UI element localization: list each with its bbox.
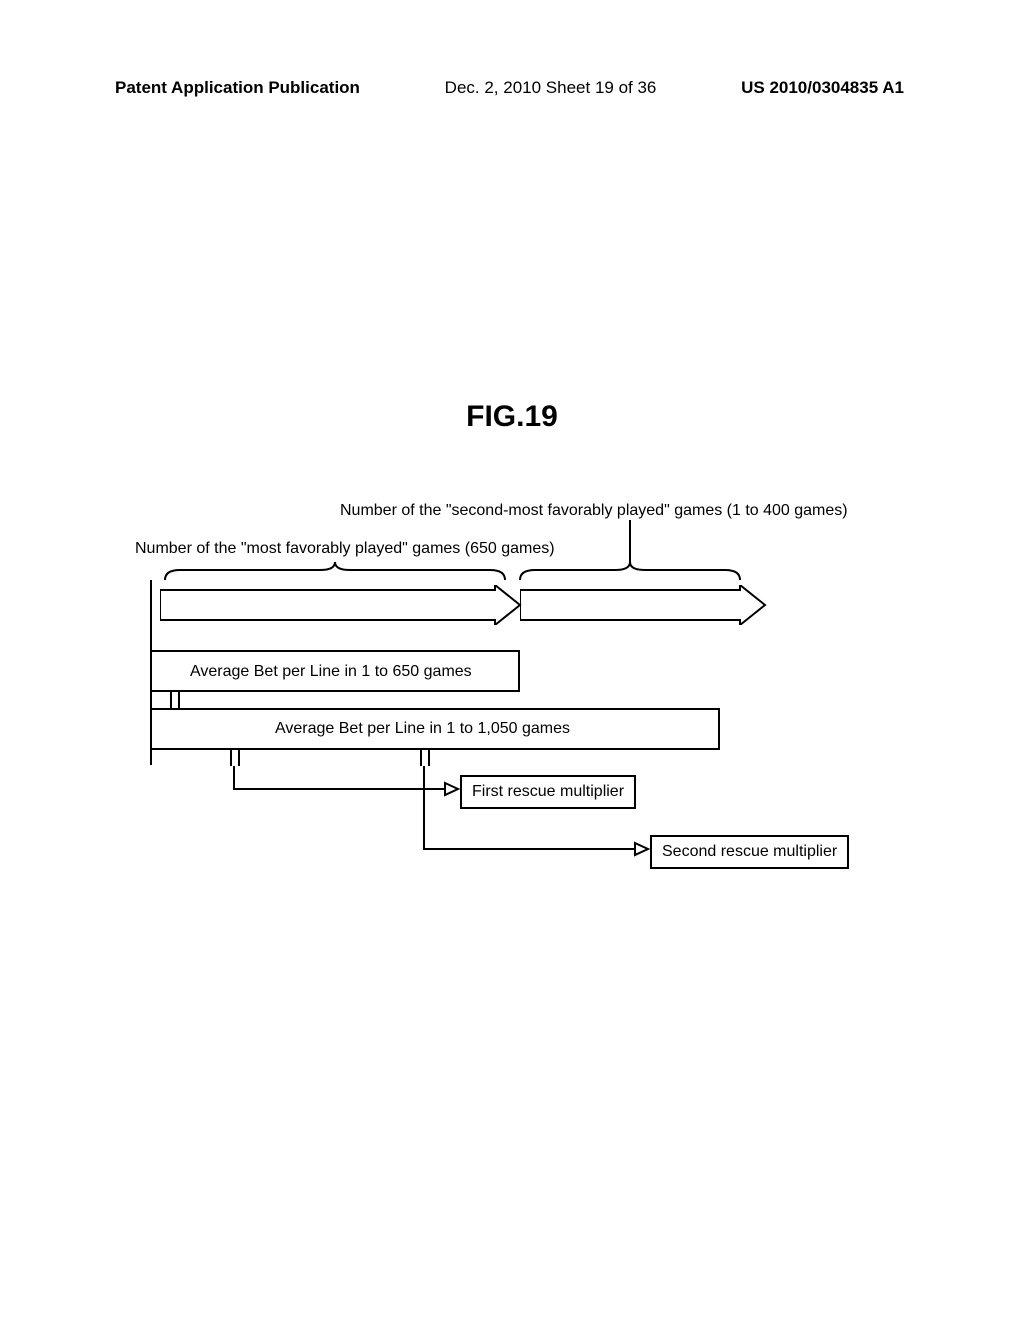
tick-conn2-b (428, 748, 430, 766)
row-650-line-bottom (150, 690, 520, 692)
tick-left-a (170, 690, 172, 708)
tick-conn1-b (238, 748, 240, 766)
figure-title: FIG.19 (0, 400, 1024, 434)
header-date-sheet: Dec. 2, 2010 Sheet 19 of 36 (445, 78, 657, 98)
label-most: Number of the "most favorably played" ga… (135, 540, 555, 558)
progress-arrow-most (160, 585, 525, 625)
row-650-line-top (150, 650, 520, 652)
row-650-right-edge (518, 650, 520, 692)
brace-second (515, 562, 745, 582)
row-1050-right-edge (718, 708, 720, 750)
progress-arrow-second (520, 585, 770, 625)
row-1050-line-top (150, 708, 720, 710)
header-app-number: US 2010/0304835 A1 (741, 78, 904, 98)
first-rescue-multiplier-box: First rescue multiplier (460, 775, 636, 809)
row-1050-line-bottom (150, 748, 720, 750)
figure-diagram: Number of the "second-most favorably pla… (120, 490, 920, 910)
page-header: Patent Application Publication Dec. 2, 2… (0, 78, 1024, 98)
tick-conn1-a (230, 748, 232, 766)
avg-bet-1050-label: Average Bet per Line in 1 to 1,050 games (275, 720, 1024, 738)
label-second-most: Number of the "second-most favorably pla… (340, 502, 848, 520)
tick-left-b (178, 690, 180, 708)
header-publication: Patent Application Publication (115, 78, 360, 98)
vertical-axis (150, 580, 152, 765)
second-rescue-multiplier-box: Second rescue multiplier (650, 835, 849, 869)
tick-conn2-a (420, 748, 422, 766)
brace-most (160, 562, 510, 582)
avg-bet-650-label: Average Bet per Line in 1 to 650 games (190, 663, 990, 681)
brace-second-connector (620, 520, 640, 565)
